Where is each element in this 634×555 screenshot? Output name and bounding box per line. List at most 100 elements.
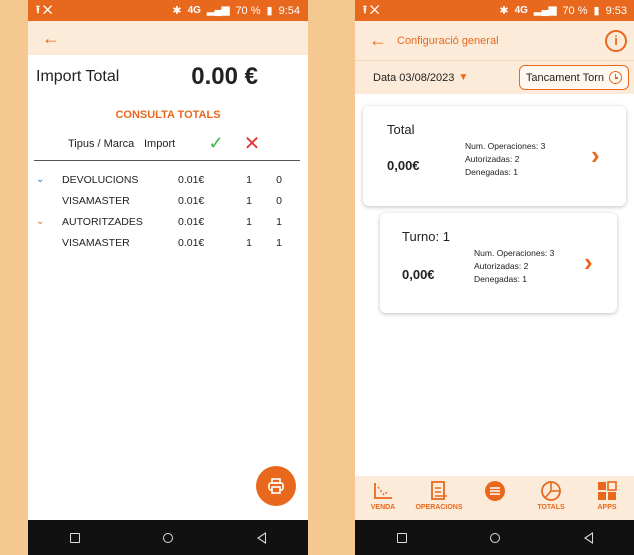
home-icon[interactable] xyxy=(490,532,501,543)
tab-apps[interactable]: APPS xyxy=(581,480,633,511)
printer-icon xyxy=(268,478,284,494)
row-ok: 1 xyxy=(246,173,252,186)
tab-totals[interactable]: TOTALS xyxy=(525,480,577,511)
chevron-right-icon: › xyxy=(591,140,600,170)
venda-icon xyxy=(374,483,392,499)
row-name: AUTORITZADES xyxy=(62,215,143,228)
home-icon[interactable] xyxy=(163,532,174,543)
tab-operacions[interactable]: OPERACIONS xyxy=(413,480,465,511)
chevron-right-icon: › xyxy=(584,247,593,277)
header-marca: Tipus / Marca xyxy=(68,137,135,150)
header-import: Import xyxy=(144,137,176,150)
battery-icon: ▮ xyxy=(593,5,600,17)
app-bar: ← xyxy=(28,21,308,55)
table-row: VISAMASTER 0.01€ 1 1 xyxy=(28,232,308,253)
recents-icon[interactable] xyxy=(69,532,80,543)
tab-menu[interactable] xyxy=(469,480,521,504)
back-arrow-icon[interactable]: ← xyxy=(42,28,60,49)
authorized-count: Autorizadas: 2 xyxy=(465,154,520,164)
total-card[interactable]: Total 0,00€ Num. Operaciones: 3 Autoriza… xyxy=(363,106,626,206)
row-import: 0.01€ xyxy=(178,236,205,249)
status-bar: ⭱ ✕ ✱ 4G ▂▄▆ 70 % ▮ 9:53 xyxy=(355,0,634,21)
tab-label: OPERACIONS xyxy=(415,504,463,511)
signal-icon: ▂▄▆ xyxy=(533,5,557,16)
operacions-icon xyxy=(431,481,447,500)
date-label: Data 03/08/2023 xyxy=(373,71,455,84)
chevron-down-icon[interactable]: ⌄ xyxy=(28,216,62,227)
table-row: VISAMASTER 0.01€ 1 0 xyxy=(28,190,308,211)
card-title: Turno: 1 xyxy=(402,229,450,244)
row-name: DEVOLUCIONS xyxy=(62,173,139,186)
num-operations: Num. Operaciones: 3 xyxy=(465,141,546,151)
card-title: Total xyxy=(387,122,415,137)
close-shift-button[interactable]: Tancament Torn xyxy=(518,65,629,90)
import-total-label: Import Total xyxy=(36,68,120,85)
clock-icon xyxy=(609,71,622,84)
denied-count: Denegadas: 1 xyxy=(474,274,527,284)
check-icon: ✓ xyxy=(208,133,224,153)
table-row[interactable]: ⌄ AUTORITZADES 0.01€ 1 1 xyxy=(28,211,308,232)
bluetooth-icon: ✱ xyxy=(172,5,182,17)
card-amount: 0,00€ xyxy=(402,267,435,282)
back-arrow-icon[interactable]: ← xyxy=(369,30,387,51)
row-import: 0.01€ xyxy=(178,215,205,228)
phone-config-screen: ⭱ ✕ ✱ 4G ▂▄▆ 70 % ▮ 9:53 ← Configuració … xyxy=(355,0,634,555)
apps-icon xyxy=(598,481,617,500)
row-import: 0.01€ xyxy=(178,173,205,186)
tab-label: APPS xyxy=(597,504,617,511)
status-left-icons: ⭱ ✕ xyxy=(363,4,380,16)
bluetooth-icon: ✱ xyxy=(499,5,509,17)
card-stats: Num. Operaciones: 3 Autorizadas: 2 Deneg… xyxy=(474,247,554,286)
status-bar: ⭱ ✕ ✱ 4G ▂▄▆ 70 % ▮ 9:54 xyxy=(28,0,308,21)
back-icon[interactable] xyxy=(584,531,594,544)
section-title: CONSULTA TOTALS xyxy=(115,109,221,121)
totals-icon xyxy=(541,481,561,501)
network-type: 4G xyxy=(514,5,528,16)
clock-time: 9:53 xyxy=(605,4,627,17)
signal-icon: ▂▄▆ xyxy=(206,5,230,16)
cross-icon: ✕ xyxy=(243,133,261,155)
chevron-down-icon: ▼ xyxy=(458,72,469,83)
import-total-row: Import Total 0.00 € xyxy=(28,55,308,99)
card-amount: 0,00€ xyxy=(387,158,420,173)
page-title: Configuració general xyxy=(397,34,499,47)
card-stats: Num. Operaciones: 3 Autorizadas: 2 Deneg… xyxy=(465,140,545,179)
num-operations: Num. Operaciones: 3 xyxy=(474,248,555,258)
menu-icon xyxy=(485,481,505,501)
row-ok: 1 xyxy=(246,194,252,207)
battery-level: 70 % xyxy=(235,4,261,17)
info-icon[interactable]: i xyxy=(605,29,627,52)
clock-time: 9:54 xyxy=(278,4,300,17)
tab-label: VENDA xyxy=(370,504,396,511)
phone-totals-screen: ⭱ ✕ ✱ 4G ▂▄▆ 70 % ▮ 9:54 ← Import Total … xyxy=(28,0,308,555)
denied-count: Denegadas: 1 xyxy=(465,167,518,177)
chevron-down-icon[interactable]: ⌄ xyxy=(28,174,62,185)
system-nav-bar xyxy=(28,520,308,555)
row-name: VISAMASTER xyxy=(62,236,130,249)
print-button[interactable] xyxy=(256,466,296,506)
back-icon[interactable] xyxy=(257,531,267,544)
battery-level: 70 % xyxy=(562,4,588,17)
app-bar: ← Configuració general i xyxy=(355,21,634,60)
row-ko: 1 xyxy=(276,236,282,249)
row-ok: 1 xyxy=(246,236,252,249)
tab-venda[interactable]: VENDA xyxy=(357,480,409,511)
authorized-count: Autorizadas: 2 xyxy=(474,261,529,271)
row-ok: 1 xyxy=(246,215,252,228)
tab-label: TOTALS xyxy=(537,504,565,511)
bottom-tab-bar: VENDA OPERACIONS TOTALS APPS xyxy=(355,476,634,520)
recents-icon[interactable] xyxy=(396,532,407,543)
row-name: VISAMASTER xyxy=(62,194,130,207)
filter-bar: Data 03/08/2023 ▼ Tancament Torn xyxy=(355,60,634,94)
table-row[interactable]: ⌄ DEVOLUCIONS 0.01€ 1 0 xyxy=(28,169,308,190)
import-total-value: 0.00 € xyxy=(191,63,258,90)
network-type: 4G xyxy=(187,5,201,16)
row-ko: 0 xyxy=(276,173,282,186)
row-ko: 0 xyxy=(276,194,282,207)
row-ko: 1 xyxy=(276,215,282,228)
date-selector[interactable]: Data 03/08/2023 ▼ xyxy=(373,72,468,84)
row-import: 0.01€ xyxy=(178,194,205,207)
close-shift-label: Tancament Torn xyxy=(525,71,604,84)
shift-card[interactable]: Turno: 1 0,00€ Num. Operaciones: 3 Autor… xyxy=(380,213,617,313)
status-left-icons: ⭱ ✕ xyxy=(36,4,53,16)
